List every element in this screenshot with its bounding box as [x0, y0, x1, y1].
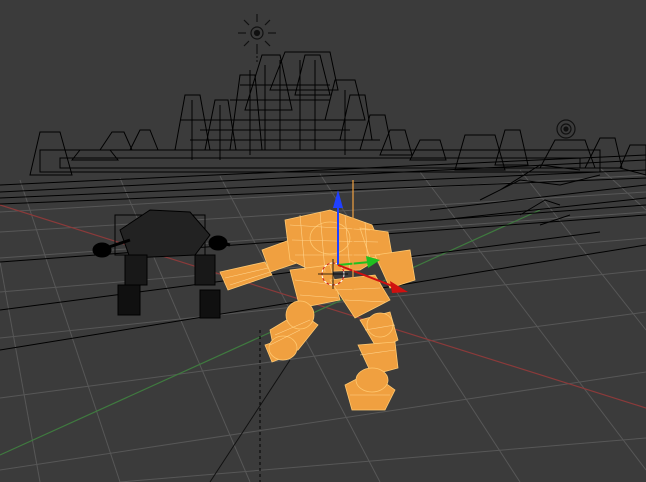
3d-viewport[interactable]	[0, 0, 646, 482]
view-line	[209, 359, 291, 482]
city-buildings-wireframe[interactable]	[0, 51, 646, 351]
dark-mech-wireframe[interactable]	[92, 209, 231, 319]
point-lamp[interactable]	[556, 119, 576, 139]
scene-canvas[interactable]	[0, 0, 646, 482]
